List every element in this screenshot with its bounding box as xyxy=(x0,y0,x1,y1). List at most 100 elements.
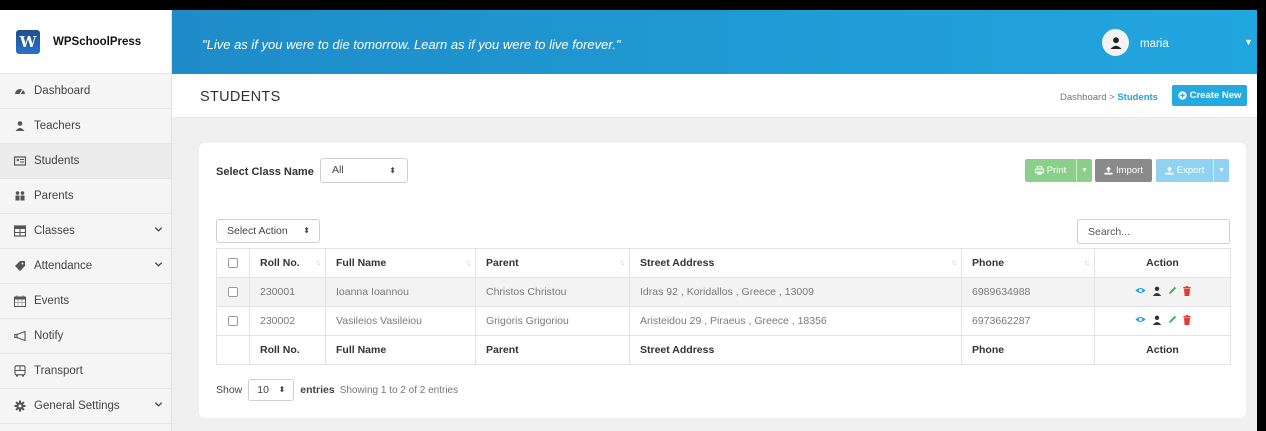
bulk-action-select[interactable]: Select Action ⬍ xyxy=(216,219,320,243)
search-input[interactable] xyxy=(1077,219,1230,244)
app-window: W WPSchoolPress Dashboard Teachers Stude… xyxy=(0,10,1257,431)
username[interactable]: maria xyxy=(1140,38,1169,50)
sidebar-item-label: Students xyxy=(34,155,80,167)
table-icon xyxy=(14,225,26,237)
table-row[interactable]: 230001 Ioanna Ioannou Christos Christou … xyxy=(216,277,1231,307)
print-main[interactable]: Print xyxy=(1025,159,1076,182)
brand[interactable]: W WPSchoolPress xyxy=(0,10,171,74)
column-header-label: Phone xyxy=(972,257,1005,269)
export-main[interactable]: Export xyxy=(1156,159,1213,182)
column-header-parent[interactable]: Parent ↑↓ xyxy=(475,248,630,278)
view-icon[interactable] xyxy=(1134,315,1146,324)
footer-roll-no: Roll No. xyxy=(249,335,326,365)
footer-action: Action xyxy=(1094,335,1231,365)
cell-street-address: Idras 92 , Koridallos , Greece , 13009 xyxy=(629,277,962,307)
page-length-value: 10 xyxy=(257,384,269,396)
dashboard-icon xyxy=(14,85,26,97)
upload-icon xyxy=(1104,166,1113,175)
cell-parent: Christos Christou xyxy=(475,277,630,307)
column-header-roll-no[interactable]: Roll No. ↑↓ xyxy=(249,248,326,278)
class-select[interactable]: All ⬍ xyxy=(320,158,408,183)
row-select-cell[interactable] xyxy=(216,306,250,336)
row-checkbox[interactable] xyxy=(228,287,238,298)
export-dropdown-toggle[interactable]: ▼ xyxy=(1213,159,1229,182)
select-class-label: Select Class Name xyxy=(216,166,314,178)
caret-down-icon[interactable]: ▼ xyxy=(1244,37,1253,47)
view-icon[interactable] xyxy=(1134,286,1146,295)
footer-street-address: Street Address xyxy=(629,335,962,365)
cell-parent: Grigoris Grigoriou xyxy=(475,306,630,336)
sidebar-item-label: General Settings xyxy=(34,400,120,412)
select-arrows-icon: ⬍ xyxy=(303,226,310,235)
table-info: Showing 1 to 2 of 2 entries xyxy=(339,384,459,396)
export-button[interactable]: Export ▼ xyxy=(1156,159,1229,182)
sidebar-item-attendance[interactable]: Attendance xyxy=(0,249,171,284)
megaphone-icon xyxy=(14,330,26,342)
column-header-label: Roll No. xyxy=(260,257,300,269)
delete-icon[interactable] xyxy=(1182,285,1191,296)
plus-circle-icon xyxy=(1177,91,1187,100)
page-header: STUDENTS Dashboard > Students Create New xyxy=(172,74,1257,118)
column-header-full-name[interactable]: Full Name ↑↓ xyxy=(325,248,476,278)
teacher-icon xyxy=(14,120,26,132)
sidebar-item-teachers[interactable]: Teachers xyxy=(0,109,171,144)
user-avatar[interactable] xyxy=(1102,29,1129,56)
cell-full-name: Vasileios Vasileiou xyxy=(325,306,476,336)
top-bar: "Live as if you were to die tomorrow. Le… xyxy=(172,10,1257,74)
sidebar-item-classes[interactable]: Classes xyxy=(0,214,171,249)
sidebar-item-label: Classes xyxy=(34,225,75,237)
import-button[interactable]: Import xyxy=(1095,159,1152,182)
sidebar-item-label: Parents xyxy=(34,190,74,202)
brand-name: WPSchoolPress xyxy=(53,35,142,48)
show-label: Show xyxy=(216,384,243,396)
user-icon xyxy=(1110,36,1121,49)
cell-actions xyxy=(1094,277,1231,307)
print-dropdown-toggle[interactable]: ▼ xyxy=(1076,159,1092,182)
sort-icon: ↑↓ xyxy=(619,258,625,267)
sidebar-item-events[interactable]: Events xyxy=(0,284,171,319)
create-new-label: Create New xyxy=(1189,90,1242,101)
calendar-icon xyxy=(14,295,26,307)
select-arrows-icon: ⬍ xyxy=(389,166,396,175)
sidebar-item-label: Teachers xyxy=(34,120,81,132)
sidebar-item-dashboard[interactable]: Dashboard xyxy=(0,74,171,109)
sidebar-item-parents[interactable]: Parents xyxy=(0,179,171,214)
breadcrumb-dashboard[interactable]: Dashboard xyxy=(1060,92,1106,103)
table-length-footer: Show 10 ⬍ entries Showing 1 to 2 of 2 en… xyxy=(216,379,458,401)
breadcrumb: Dashboard > Students xyxy=(1060,92,1158,103)
sidebar-item-students[interactable]: Students xyxy=(0,144,171,179)
import-label: Import xyxy=(1116,165,1143,176)
cell-phone: 6973662287 xyxy=(961,306,1095,336)
column-header-phone[interactable]: Phone ↑↓ xyxy=(961,248,1095,278)
sidebar-item-transport[interactable]: Transport xyxy=(0,354,171,389)
export-label: Export xyxy=(1176,165,1205,176)
bus-icon xyxy=(14,365,26,377)
delete-icon[interactable] xyxy=(1182,314,1191,325)
select-all-checkbox[interactable] xyxy=(228,258,238,269)
table-header-row: Roll No. ↑↓ Full Name ↑↓ Parent ↑↓ Street A… xyxy=(216,248,1231,278)
tag-icon xyxy=(14,260,26,272)
row-select-cell[interactable] xyxy=(216,277,250,307)
sidebar-item-general-settings[interactable]: General Settings xyxy=(0,389,171,424)
sidebar-item-label: Notify xyxy=(34,330,64,342)
sidebar: W WPSchoolPress Dashboard Teachers Stude… xyxy=(0,10,172,431)
footer-parent: Parent xyxy=(475,335,630,365)
row-checkbox[interactable] xyxy=(228,316,238,327)
student-card-icon xyxy=(14,155,26,167)
create-new-button[interactable]: Create New xyxy=(1172,85,1247,106)
column-header-street-address[interactable]: Street Address ↑↓ xyxy=(629,248,962,278)
edit-icon[interactable] xyxy=(1168,315,1177,324)
sort-icon: ↑↓ xyxy=(465,258,471,267)
class-select-value: All xyxy=(332,164,344,176)
sidebar-item-notify[interactable]: Notify xyxy=(0,319,171,354)
edit-icon[interactable] xyxy=(1168,286,1177,295)
select-all-cell[interactable] xyxy=(216,248,250,278)
print-button[interactable]: Print ▼ xyxy=(1025,159,1092,182)
chevron-down-icon xyxy=(154,227,163,232)
bulk-action-value: Select Action xyxy=(227,225,288,237)
sort-icon: ↑↓ xyxy=(951,258,957,267)
page-length-select[interactable]: 10 ⬍ xyxy=(248,379,295,401)
user-icon[interactable] xyxy=(1152,286,1162,296)
user-icon[interactable] xyxy=(1152,315,1162,325)
table-row[interactable]: 230002 Vasileios Vasileiou Grigoris Grig… xyxy=(216,306,1231,336)
